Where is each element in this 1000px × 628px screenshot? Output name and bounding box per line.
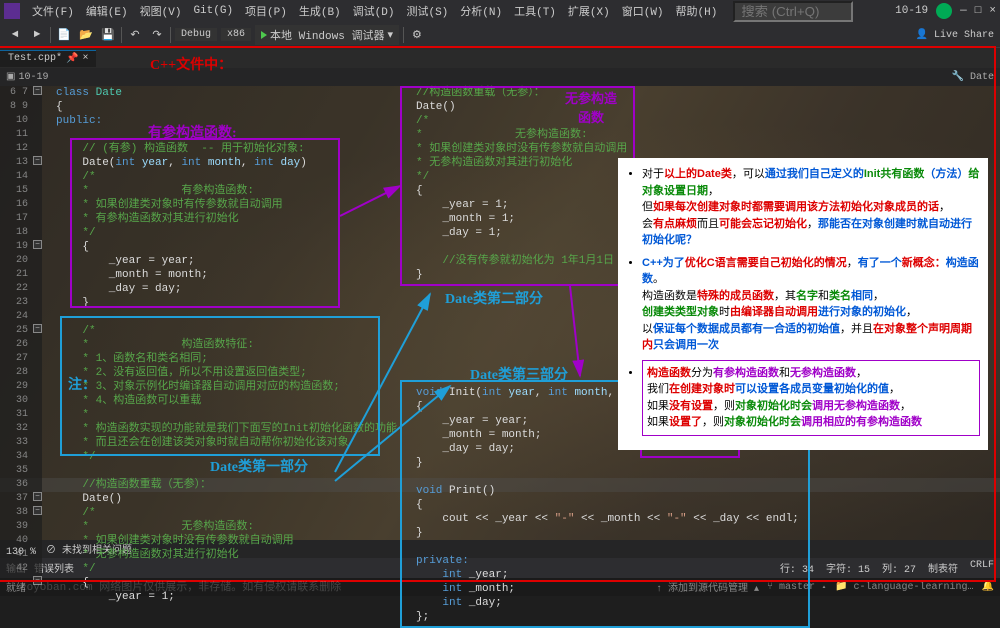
breadcrumb-project[interactable]: 10-19 (18, 72, 48, 83)
repo-name[interactable]: 📁 c-language-learning… (835, 581, 973, 593)
annotation-part1: Date类第一部分 (210, 456, 308, 476)
pin-icon[interactable]: 📌 (66, 53, 78, 65)
info-item-2: C++为了优化C语言需要自己初始化的情况，有了一个新概念：构造函数。 构造函数是… (642, 255, 980, 354)
close-icon[interactable]: × (989, 5, 996, 17)
annotation-part2: Date类第二部分 (445, 288, 543, 308)
notification-icon[interactable]: 🔔 (982, 581, 994, 593)
info-item-1: 对于以上的Date类，可以通过我们自己定义的Init共有函数（方法）给对象设置日… (642, 166, 980, 249)
menu-analyze[interactable]: 分析(N) (454, 3, 508, 19)
run-label: 本地 Windows 调试器 (270, 27, 384, 43)
menu-test[interactable]: 测试(S) (400, 3, 454, 19)
save-icon[interactable]: 💾 (99, 26, 117, 44)
status-col[interactable]: 列: 27 (882, 560, 916, 576)
status-enc[interactable]: CRLF (970, 560, 994, 576)
menu-edit[interactable]: 编辑(E) (80, 3, 134, 19)
watermark: toyoban.com 网络图片仅供展示，非存储。如有侵权请联系删除 (20, 578, 341, 594)
status-char[interactable]: 字符: 15 (826, 560, 870, 576)
annotation-part3: Date类第三部分 (470, 364, 568, 384)
menu-view[interactable]: 视图(V) (134, 3, 188, 19)
status-spaces[interactable]: 制表符 (928, 560, 958, 576)
minimize-icon[interactable]: — (960, 5, 967, 17)
undo-icon[interactable]: ↶ (126, 26, 144, 44)
menu-tools[interactable]: 工具(T) (508, 3, 562, 19)
breadcrumb-class[interactable]: 🔧 Date (952, 72, 994, 83)
platform-dropdown[interactable]: x86 (221, 28, 251, 41)
project-icon: ▣ (6, 71, 15, 83)
annotation-noparam: 无参构造 函数 (565, 88, 617, 126)
forward-icon[interactable]: ► (28, 26, 46, 44)
menu-build[interactable]: 生成(B) (293, 3, 347, 19)
menu-help[interactable]: 帮助(H) (670, 3, 724, 19)
new-icon[interactable]: 📄 (55, 26, 73, 44)
close-tab-icon[interactable]: × (82, 53, 88, 64)
solution-name: 10-19 (895, 5, 928, 17)
editor[interactable]: 6 7 8 9 10 11 12 13 14 15 16 17 18 19 20… (0, 86, 1000, 578)
annotation-note: 注： (68, 374, 96, 394)
search-input[interactable] (733, 1, 853, 22)
live-share-button[interactable]: 👤 Live Share (916, 29, 994, 41)
open-icon[interactable]: 📂 (77, 26, 95, 44)
info-panel: 对于以上的Date类，可以通过我们自己定义的Init共有函数（方法）给对象设置日… (618, 158, 988, 450)
chevron-down-icon: ▾ (387, 28, 393, 42)
toolbar: ◄ ► 📄 📂 💾 ↶ ↷ Debug x86 本地 Windows 调试器 ▾… (0, 22, 1000, 48)
redo-icon[interactable]: ↷ (148, 26, 166, 44)
menubar: 文件(F) 编辑(E) 视图(V) Git(G) 项目(P) 生成(B) 调试(… (0, 0, 1000, 22)
annotation-cpp-file: C++文件中： (150, 54, 232, 74)
zoom-indicator[interactable]: 130 % (6, 547, 36, 558)
config-dropdown[interactable]: Debug (175, 28, 217, 41)
file-tab-testcpp[interactable]: Test.cpp* 📌 × (0, 50, 96, 67)
play-icon (261, 31, 267, 39)
vs-logo-icon (4, 3, 20, 19)
menu-debug[interactable]: 调试(D) (347, 3, 401, 19)
menu-project[interactable]: 项目(P) (239, 3, 293, 19)
toolbar-icon[interactable]: ⚙ (408, 26, 426, 44)
maximize-icon[interactable]: □ (975, 5, 982, 17)
file-tab-label: Test.cpp* (8, 53, 62, 64)
back-icon[interactable]: ◄ (6, 26, 24, 44)
line-numbers: 6 7 8 9 10 11 12 13 14 15 16 17 18 19 20… (0, 86, 32, 576)
info-item-3: 构造函数分为有参构造函数和无参构造函数， 我们在创建对象时可以设置各成员变量初始… (642, 360, 980, 436)
run-button[interactable]: 本地 Windows 调试器 ▾ (255, 25, 399, 45)
menu-file[interactable]: 文件(F) (26, 3, 80, 19)
menu-window[interactable]: 窗口(W) (616, 3, 670, 19)
annotation-param-ctor: 有参构造函数: (148, 122, 237, 142)
menu-git[interactable]: Git(G) (187, 5, 239, 17)
menu-ext[interactable]: 扩展(X) (562, 3, 616, 19)
user-avatar-icon[interactable] (936, 3, 952, 19)
